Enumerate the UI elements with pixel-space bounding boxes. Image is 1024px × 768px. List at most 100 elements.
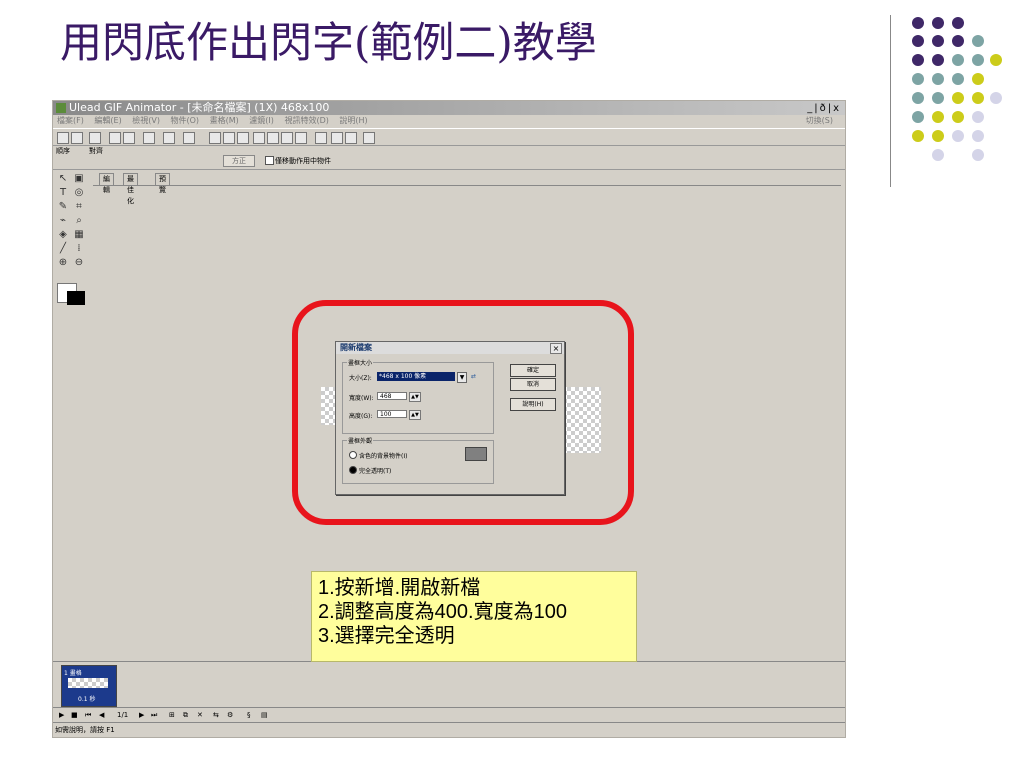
- fill-tool-icon[interactable]: ◈: [57, 229, 69, 241]
- properties-icon[interactable]: ⚙: [227, 711, 233, 719]
- dot: [932, 111, 944, 123]
- text-icon[interactable]: [281, 132, 293, 144]
- dot: [972, 35, 984, 47]
- menu-file[interactable]: 檔案(F): [57, 116, 84, 125]
- dot: [932, 54, 944, 66]
- frame-counter: 1/1: [117, 711, 129, 719]
- redo-icon[interactable]: [183, 132, 195, 144]
- tab-preview[interactable]: 預覽: [155, 173, 170, 194]
- dot: [932, 35, 944, 47]
- menu-switch[interactable]: 切換(S): [806, 115, 833, 127]
- dot: [952, 111, 964, 123]
- select-all-icon[interactable]: §: [247, 711, 251, 719]
- object-toolbar: 順序 對齊 方正 僅移動作用中物件: [53, 145, 845, 170]
- menu-help[interactable]: 說明(H): [339, 116, 367, 125]
- delete-icon[interactable]: [295, 132, 307, 144]
- menu-frame[interactable]: 畫格(M): [210, 116, 239, 125]
- grid-tool-icon[interactable]: ▦: [73, 229, 85, 241]
- save-icon[interactable]: [109, 132, 121, 144]
- first-frame-icon[interactable]: ⏮: [85, 711, 91, 720]
- window-controls[interactable]: _|ð|x: [807, 102, 841, 116]
- open-image-icon[interactable]: [89, 132, 101, 144]
- last-frame-icon[interactable]: ⏭: [151, 711, 157, 720]
- instruction-step-2: 2.調整高度為400.寬度為100: [318, 601, 567, 623]
- browser-preview-icon[interactable]: [315, 132, 327, 144]
- add-frame-icon[interactable]: [253, 132, 265, 144]
- play-icon[interactable]: ▶: [59, 711, 64, 719]
- tween-icon[interactable]: ⇆: [213, 711, 219, 719]
- open-file-icon[interactable]: [71, 132, 83, 144]
- brush-tool-icon[interactable]: ✎: [57, 201, 69, 213]
- zoom-in-icon[interactable]: ⊕: [57, 257, 69, 269]
- dot: [952, 130, 964, 142]
- marquee-tool-icon[interactable]: ▣: [73, 173, 85, 185]
- tool-icon[interactable]: [345, 132, 357, 144]
- dot: [912, 54, 924, 66]
- dot: [912, 130, 924, 142]
- status-bar: 如需說明，請按 F1: [53, 722, 845, 737]
- optimize-icon[interactable]: [331, 132, 343, 144]
- menu-video-fx[interactable]: 視訊特效(D): [284, 116, 328, 125]
- dot: [912, 92, 924, 104]
- instruction-callout: 1.按新增.開啟新檔 2.調整高度為400.寬度為100 3.選擇完全透明: [311, 571, 637, 662]
- tab-optimize[interactable]: 最佳化: [123, 173, 138, 205]
- dot: [952, 35, 964, 47]
- app-icon: [56, 103, 66, 113]
- apply-button[interactable]: 方正: [223, 155, 255, 167]
- save-as-icon[interactable]: [123, 132, 135, 144]
- dot: [990, 54, 1002, 66]
- dot: [972, 111, 984, 123]
- stop-icon[interactable]: ■: [71, 711, 78, 719]
- foreground-color-swatch[interactable]: [67, 291, 85, 305]
- zoom-out-icon[interactable]: ⊖: [73, 257, 85, 269]
- new-file-icon[interactable]: [57, 132, 69, 144]
- window-titlebar: Ulead GIF Animator - [未命名檔案] (1X) 468x10…: [53, 101, 845, 115]
- eraser-tool-icon[interactable]: ⌁: [57, 215, 69, 227]
- move-active-label: 僅移動作用中物件: [275, 157, 331, 165]
- lasso-tool-icon[interactable]: ◎: [73, 187, 85, 199]
- dot: [912, 73, 924, 85]
- magic-wand-icon[interactable]: ⌕: [73, 215, 85, 227]
- order-label: 順序: [56, 147, 70, 155]
- add-frame-icon[interactable]: ⊞: [169, 711, 175, 719]
- tab-edit[interactable]: 編輯: [99, 173, 114, 194]
- crop-tool-icon[interactable]: ⌗: [73, 201, 85, 213]
- slide-title: 用閃底作出閃字(範例二)教學: [60, 18, 597, 67]
- duplicate-frame-icon[interactable]: ⧉: [183, 711, 188, 720]
- text-tool-icon[interactable]: T: [57, 187, 69, 199]
- copy-icon[interactable]: [223, 132, 235, 144]
- dot: [932, 92, 944, 104]
- line-tool-icon[interactable]: ╱: [57, 243, 69, 255]
- prev-frame-icon[interactable]: ◀: [99, 711, 104, 719]
- pick-tool-icon[interactable]: ↖: [57, 173, 69, 185]
- dot: [972, 92, 984, 104]
- frame-delay: 0.1 秒: [78, 696, 96, 703]
- paste-icon[interactable]: [237, 132, 249, 144]
- undo-icon[interactable]: [163, 132, 175, 144]
- menu-view[interactable]: 檢視(V): [132, 116, 160, 125]
- insert-icon[interactable]: [267, 132, 279, 144]
- menu-object[interactable]: 物件(O): [171, 116, 200, 125]
- menu-filter[interactable]: 濾鏡(I): [249, 116, 274, 125]
- dot: [932, 17, 944, 29]
- next-frame-icon[interactable]: ▶: [139, 711, 144, 719]
- dot: [932, 73, 944, 85]
- dot: [952, 92, 964, 104]
- delete-frame-icon[interactable]: ✕: [197, 711, 203, 719]
- frame-panel: 1 畫格 0.1 秒: [53, 661, 845, 708]
- dot: [990, 92, 1002, 104]
- frame-preview: [68, 678, 108, 688]
- help-cursor-icon[interactable]: [363, 132, 375, 144]
- align-label: 對齊: [89, 147, 103, 155]
- menu-bar: 檔案(F) 編輯(E) 檢視(V) 物件(O) 畫格(M) 濾鏡(I) 視訊特效…: [53, 115, 845, 127]
- wizard-icon[interactable]: [143, 132, 155, 144]
- cut-icon[interactable]: [209, 132, 221, 144]
- eyedropper-icon[interactable]: ⁞: [73, 243, 85, 255]
- frame-thumbnail[interactable]: 1 畫格 0.1 秒: [61, 665, 117, 707]
- dot: [972, 73, 984, 85]
- main-toolbar: [53, 128, 845, 146]
- move-active-checkbox[interactable]: [265, 156, 274, 165]
- menu-edit[interactable]: 編輯(E): [94, 116, 121, 125]
- playback-bar: ▶ ■ ⏮ ◀ 1/1 ▶ ⏭ ⊞ ⧉ ✕ ⇆ ⚙ § ▤: [53, 707, 845, 722]
- frame-props-icon[interactable]: ▤: [261, 711, 268, 719]
